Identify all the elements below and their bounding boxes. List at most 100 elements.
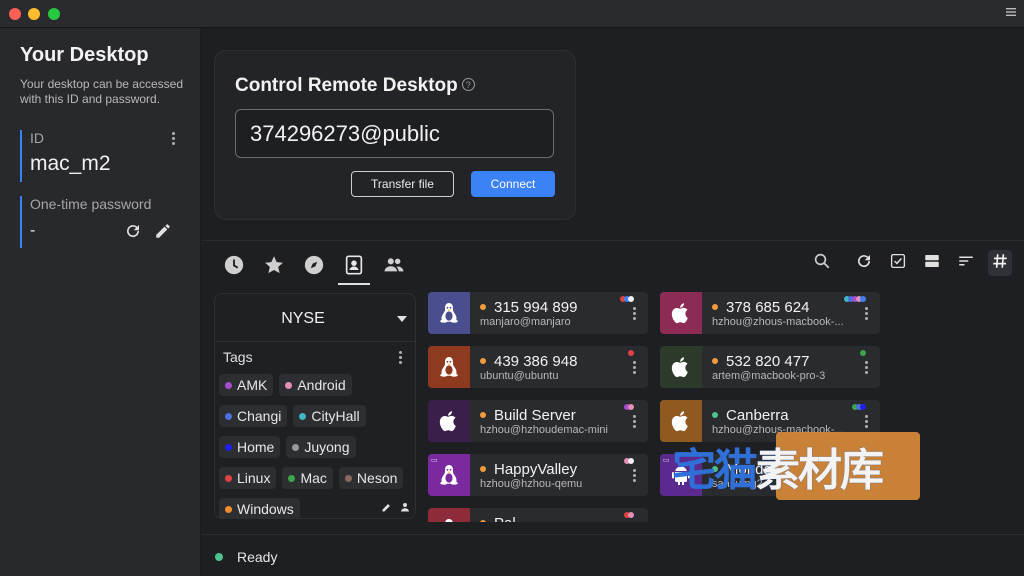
- peer-tag-dots: [844, 296, 866, 302]
- peer-more-icon[interactable]: [865, 415, 869, 430]
- search-button[interactable]: [810, 250, 834, 276]
- your-desktop-description: Your desktop can be accessed with this I…: [20, 77, 184, 106]
- peer-username: artem@macbook-pro-3: [712, 370, 826, 382]
- peer-more-icon[interactable]: [633, 361, 637, 376]
- tag-chip[interactable]: Linux: [219, 467, 277, 489]
- tag-color-dot: [860, 350, 866, 356]
- tag-color-dot: [285, 381, 293, 389]
- peer-id: HappyValley: [494, 461, 578, 478]
- peer-more-icon[interactable]: [633, 415, 637, 430]
- hamburger-menu-icon[interactable]: [1004, 6, 1018, 20]
- peer-card[interactable]: 439 386 948 ubuntu@ubuntu: [428, 346, 648, 388]
- group-selector[interactable]: NYSE: [215, 294, 415, 342]
- tab-group[interactable]: [382, 252, 406, 282]
- window-badge-icon: ▭: [663, 457, 670, 464]
- id-more-icon[interactable]: [172, 132, 176, 147]
- peer-username: ubuntu@ubuntu: [480, 370, 559, 382]
- tag-color-dot: [860, 404, 866, 410]
- peer-tag-dots: [860, 350, 866, 356]
- tag-color-dot: [225, 505, 232, 513]
- tag-color-dot: [628, 458, 634, 464]
- control-remote-card: Control Remote Desktop? Transfer file Co…: [214, 50, 576, 220]
- tag-label: Android: [297, 377, 346, 393]
- select-button[interactable]: [886, 250, 910, 276]
- title-bar: [0, 0, 1024, 28]
- peer-tag-dots: [852, 404, 866, 410]
- peer-card[interactable]: 378 685 624 hzhou@zhous-macbook-...: [660, 292, 880, 334]
- peer-tag-dots: [624, 512, 634, 518]
- tags-more-icon[interactable]: [399, 351, 403, 366]
- close-window-button[interactable]: [9, 8, 21, 20]
- peer-id: 532 820 477: [726, 353, 810, 370]
- tab-favorites[interactable]: [262, 252, 286, 282]
- linux-icon: [428, 508, 470, 522]
- online-status-dot: [480, 304, 486, 310]
- refresh-password-icon[interactable]: [124, 222, 142, 245]
- tag-chip[interactable]: Neson: [338, 467, 404, 489]
- tag-color-dot: [299, 412, 307, 420]
- connect-button[interactable]: Connect: [471, 171, 555, 197]
- tag-color-dot: [225, 474, 232, 482]
- online-status-dot: [480, 412, 486, 418]
- tag-color-dot: [860, 296, 866, 302]
- edit-password-icon[interactable]: [154, 222, 172, 245]
- watermark-text-b: 素材库: [756, 445, 884, 496]
- status-text: Ready: [237, 549, 278, 565]
- peer-more-icon[interactable]: [865, 361, 869, 376]
- refresh-button[interactable]: [852, 250, 876, 276]
- tag-color-dot: [628, 296, 634, 302]
- edit-tags-icon[interactable]: [381, 500, 393, 518]
- peer-card[interactable]: 315 994 899 manjaro@manjaro: [428, 292, 648, 334]
- peer-id: 315 994 899: [494, 299, 578, 316]
- peer-card[interactable]: 532 820 477 artem@macbook-pro-3: [660, 346, 880, 388]
- status-indicator: [215, 553, 223, 561]
- peer-card[interactable]: ▭ HappyValley hzhou@hzhou-qemu: [428, 454, 648, 496]
- chevron-down-icon: [397, 316, 407, 322]
- tag-label: Home: [237, 439, 275, 455]
- id-value[interactable]: mac_m2: [30, 152, 185, 176]
- transfer-file-button[interactable]: Transfer file: [351, 171, 454, 197]
- tag-label: Juyong: [304, 439, 350, 455]
- checkbox-icon: [889, 252, 907, 275]
- tag-color-dot: [344, 474, 352, 482]
- tag-color-dot: [628, 350, 634, 356]
- tag-chip[interactable]: Changi: [219, 405, 288, 427]
- peer-toolbar: [810, 250, 1012, 276]
- tab-address-book[interactable]: [338, 252, 370, 285]
- contacts-icon: [343, 254, 365, 281]
- minimize-window-button[interactable]: [28, 8, 40, 20]
- tag-color-dot: [288, 474, 296, 482]
- watermark-text-a: 宅猫: [672, 445, 758, 496]
- watermark-logo: 宅猫素材库: [672, 430, 922, 502]
- peer-username: manjaro@manjaro: [480, 316, 571, 328]
- sort-button[interactable]: [954, 250, 978, 276]
- help-icon[interactable]: ?: [461, 78, 475, 91]
- tag-chip[interactable]: AMK: [219, 374, 274, 396]
- tag-label: CityHall: [311, 408, 360, 424]
- tab-discovered[interactable]: [302, 252, 326, 282]
- tag-chip[interactable]: Android: [279, 374, 352, 396]
- your-desktop-title: Your Desktop: [20, 44, 149, 66]
- tab-recent[interactable]: [222, 252, 246, 282]
- address-book-sidebar: NYSE Tags AMK Android Changi CityHall Home Ju…: [214, 293, 416, 519]
- tag-chip[interactable]: Juyong: [286, 436, 356, 458]
- peer-username: hzhou@hzhoudemac-mini: [480, 424, 608, 436]
- section-divider: [202, 240, 1024, 241]
- view-mode-button[interactable]: [920, 250, 944, 276]
- peer-card[interactable]: Build Server hzhou@hzhoudemac-mini: [428, 400, 648, 442]
- tag-chip[interactable]: CityHall: [293, 405, 366, 427]
- peer-more-icon[interactable]: [633, 307, 637, 322]
- tag-filter-button[interactable]: [988, 250, 1012, 276]
- peer-id: Build Server: [494, 407, 576, 424]
- peer-more-icon[interactable]: [633, 469, 637, 484]
- tag-chip[interactable]: Windows: [219, 498, 300, 518]
- tag-chip[interactable]: Mac: [282, 467, 333, 489]
- peer-more-icon[interactable]: [865, 307, 869, 322]
- your-desktop-panel: Your Desktop Your desktop can be accesse…: [0, 28, 201, 576]
- remote-id-input[interactable]: [235, 109, 554, 158]
- user-icon[interactable]: [399, 500, 411, 518]
- tag-color-dot: [225, 443, 232, 451]
- peer-card[interactable]: Pal...: [428, 508, 648, 522]
- zoom-window-button[interactable]: [48, 8, 60, 20]
- tag-chip[interactable]: Home: [219, 436, 281, 458]
